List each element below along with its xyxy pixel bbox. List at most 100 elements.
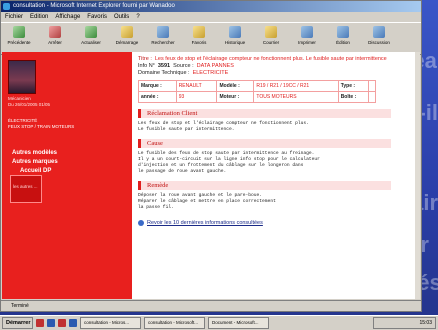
section-heading-remede: Remède (138, 181, 391, 190)
section-body-remede: Déposer la roue avant gauche et le pare-… (138, 193, 276, 210)
menu-help[interactable]: ? (136, 12, 139, 22)
menubar: Fichier Edition Affichage Favoris Outils… (1, 12, 421, 22)
domain-value: ELECTRICITE (192, 70, 229, 76)
title-label: Titre : (138, 56, 152, 62)
back-label: Précédente (7, 40, 31, 45)
title-row: Titre : Les feux de stop et l'éclairage … (138, 56, 414, 62)
menu-favoris[interactable]: Favoris (87, 12, 107, 22)
mail-button[interactable]: Courrier (253, 26, 289, 45)
browser-window: consultation - Microsoft Internet Explor… (0, 0, 422, 312)
source-value: DATA PANNES (196, 63, 234, 69)
section-heading-reclamation: Réclamation Client (138, 109, 391, 118)
clock: 15:03 (419, 320, 432, 326)
back-button[interactable]: Précédente (1, 26, 37, 45)
history-link-label: Revoir les 10 dernières informations con… (147, 220, 263, 226)
system-tray: 15:03 (373, 317, 436, 329)
search-label: Rechercher (151, 40, 175, 45)
history-label: Historique (224, 40, 246, 45)
page-content: Mécanicien Du 26/01/2005 01/05 ÉLECTRICI… (2, 52, 420, 299)
moteur-label: Moteur : (216, 91, 255, 103)
window-titlebar[interactable]: consultation - Microsoft Internet Explor… (1, 1, 421, 12)
domain-label: Domaine Technique : (138, 70, 190, 76)
thumb-caption: Mécanicien (8, 96, 31, 101)
boite-value (367, 91, 377, 103)
stop-label: Arrêter (48, 40, 62, 45)
selection-label: les autres ... (13, 184, 38, 189)
edit-icon (337, 26, 349, 38)
quicklaunch-icon[interactable] (47, 319, 55, 327)
sidebar-line: ÉLECTRICITÉ (8, 118, 38, 123)
vehicle-table: Marque : RENAULT Modèle : R19 / R21 / 19… (138, 80, 377, 103)
quicklaunch-icon[interactable] (58, 319, 66, 327)
history-link[interactable]: Revoir les 10 dernières informations con… (138, 220, 414, 226)
menu-fichier[interactable]: Fichier (5, 12, 23, 22)
sidebar-link-accueil[interactable]: Accueil DP (20, 168, 51, 174)
stop-icon (49, 26, 61, 38)
type-label: Type : (337, 80, 369, 92)
print-label: Imprimer (298, 40, 316, 45)
domain-row: Domaine Technique : ELECTRICITE (138, 70, 414, 76)
edit-button[interactable]: Édition (325, 26, 361, 45)
bullet-icon (138, 220, 144, 226)
table-row: année : 93 Moteur : TOUS MOTEURS Boîte : (138, 91, 377, 103)
printer-icon (301, 26, 313, 38)
main-content: Titre : Les feux de stop et l'éclairage … (138, 56, 414, 226)
start-button[interactable]: Démarrer (2, 317, 33, 329)
window-title: consultation - Microsoft Internet Explor… (13, 3, 175, 9)
search-button[interactable]: Rechercher (145, 26, 181, 45)
stop-button[interactable]: Arrêter (37, 26, 73, 45)
edit-label: Édition (336, 40, 350, 45)
home-icon (121, 26, 133, 38)
back-arrow-icon (13, 26, 25, 38)
section-body-reclamation: Les feux de stop et l'éclairage compteur… (138, 121, 309, 132)
sidebar-line: FEUX STOP / TRAIN MOTEURS (8, 124, 75, 129)
home-label: Démarrage (115, 40, 139, 45)
type-value (367, 80, 377, 92)
refresh-label: Actualiser (81, 40, 101, 45)
info-number-row: Info N° 3591 Source : DATA PANNES (138, 63, 414, 69)
menu-affichage[interactable]: Affichage (55, 12, 80, 22)
refresh-icon (85, 26, 97, 38)
boite-label: Boîte : (337, 91, 369, 103)
section-heading-cause: Cause (138, 139, 391, 148)
ie-icon (3, 3, 10, 10)
taskbar-item[interactable]: consultation - Micros... (80, 317, 141, 329)
annee-label: année : (138, 91, 177, 103)
sidebar-selection-box[interactable]: les autres ... (10, 175, 42, 203)
refresh-button[interactable]: Actualiser (73, 26, 109, 45)
status-text: Terminé (11, 303, 29, 309)
taskbar-item[interactable]: Document - Microsoft... (208, 317, 269, 329)
vehicle-thumbnail (8, 60, 36, 94)
info-number-value: 3591 (157, 63, 171, 69)
home-button[interactable]: Démarrage (109, 26, 145, 45)
annee-value: 93 (175, 91, 218, 103)
mail-icon (265, 26, 277, 38)
section-body-cause: Le fusible des feux de stop saute par in… (138, 151, 320, 174)
menu-outils[interactable]: Outils (114, 12, 129, 22)
vertical-scrollbar[interactable] (415, 52, 420, 299)
discuss-button[interactable]: Discussion (361, 26, 397, 45)
quicklaunch-icon[interactable] (69, 319, 77, 327)
menu-edition[interactable]: Edition (30, 12, 48, 22)
history-button[interactable]: Historique (217, 26, 253, 45)
discuss-label: Discussion (368, 40, 390, 45)
marque-value: RENAULT (175, 80, 218, 92)
toolbar: Précédente Arrêter Actualiser Démarrage … (1, 22, 421, 55)
sidebar-link-autres-modeles[interactable]: Autres modèles (12, 150, 57, 156)
modele-value: R19 / R21 / 19CC / R21 (253, 80, 339, 92)
sidebar-link-autres-marques[interactable]: Autres marques (12, 159, 58, 165)
status-bar: Terminé (1, 300, 421, 311)
star-icon (193, 26, 205, 38)
modele-label: Modèle : (216, 80, 255, 92)
search-icon (157, 26, 169, 38)
quicklaunch-icon[interactable] (36, 319, 44, 327)
taskbar-item[interactable]: consultation - Microsoft... (144, 317, 205, 329)
taskbar: Démarrer consultation - Micros... consul… (0, 315, 438, 330)
discussion-icon (373, 26, 385, 38)
marque-label: Marque : (138, 80, 177, 92)
info-number-label: Info N° (138, 63, 155, 69)
thumb-caption: Du 26/01/2005 01/05 (8, 102, 51, 107)
favorites-button[interactable]: Favoris (181, 26, 217, 45)
moteur-value: TOUS MOTEURS (253, 91, 339, 103)
print-button[interactable]: Imprimer (289, 26, 325, 45)
